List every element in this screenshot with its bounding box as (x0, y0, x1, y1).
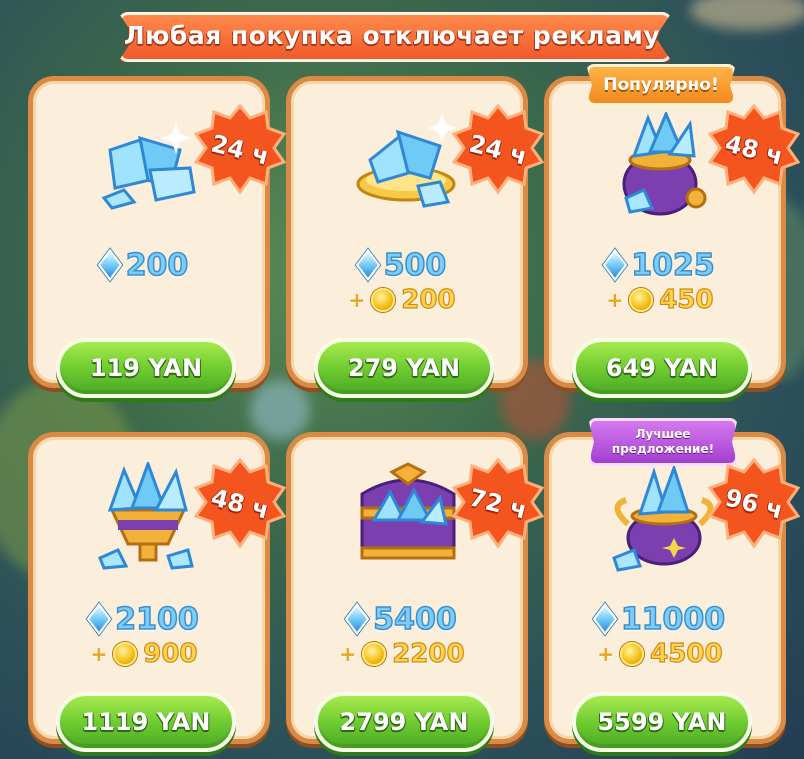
buy-button-1[interactable]: 119 YAN (56, 338, 236, 398)
plus-sign: + (339, 642, 357, 666)
buy-button-3[interactable]: 649 YAN (572, 338, 752, 398)
gem-icon (355, 248, 380, 282)
gem-icon (603, 248, 628, 282)
coin-amount-row: + 450 (574, 283, 746, 317)
buy-button-5[interactable]: 2799 YAN (314, 692, 494, 752)
gem-icon (345, 602, 370, 636)
coin-amount-row: + 900 (58, 637, 230, 671)
ads-banner-text: Любая покупка отключает рекламу (123, 21, 661, 50)
buy-button-2[interactable]: 279 YAN (314, 338, 494, 398)
gem-amount-row: 2100 (58, 601, 230, 638)
gem-icon (87, 602, 112, 636)
gem-amount-row: 200 (58, 247, 230, 284)
coin-icon (362, 642, 387, 666)
coin-amount-row: + 200 (316, 283, 488, 317)
gem-amount-row: 500 (316, 247, 488, 284)
background-blob (690, 0, 804, 30)
coin-icon (629, 288, 654, 312)
background-blob (250, 380, 310, 440)
coin-amount: 2200 (392, 638, 466, 669)
gem-amount: 500 (383, 247, 447, 284)
gem-amount: 200 (125, 247, 189, 284)
plus-sign: + (597, 642, 615, 666)
timer-badge: 24 ч (452, 104, 544, 196)
gem-amount: 2100 (115, 601, 200, 638)
coin-icon (620, 642, 645, 666)
coin-amount: 900 (143, 638, 198, 669)
gem-amount-row: 5400 (316, 601, 488, 638)
coin-amount: 4500 (650, 638, 724, 669)
gem-icon (97, 248, 122, 282)
popular-ribbon: Популярно! (586, 64, 736, 106)
gem-amount: 11000 (620, 601, 726, 638)
coin-icon (113, 642, 138, 666)
timer-badge: 72 ч (452, 458, 544, 550)
gem-amount: 5400 (373, 601, 458, 638)
coin-amount: 200 (401, 284, 456, 315)
timer-badge: 24 ч (194, 104, 286, 196)
timer-badge: 48 ч (708, 104, 800, 196)
timer-badge: 96 ч (708, 458, 800, 550)
buy-button-4[interactable]: 1119 YAN (56, 692, 236, 752)
timer-badge: 48 ч (194, 458, 286, 550)
coin-amount: 450 (659, 284, 714, 315)
gem-amount-row: 11000 (574, 601, 746, 638)
gem-amount-row: 1025 (574, 247, 746, 284)
buy-button-6[interactable]: 5599 YAN (572, 692, 752, 752)
plus-sign: + (606, 288, 624, 312)
coin-amount-row: + 2200 (316, 637, 488, 671)
coin-amount-row: + 4500 (574, 637, 746, 671)
coin-icon (371, 288, 396, 312)
plus-sign: + (348, 288, 366, 312)
gem-icon (592, 602, 617, 636)
gem-amount: 1025 (631, 247, 716, 284)
plus-sign: + (90, 642, 108, 666)
